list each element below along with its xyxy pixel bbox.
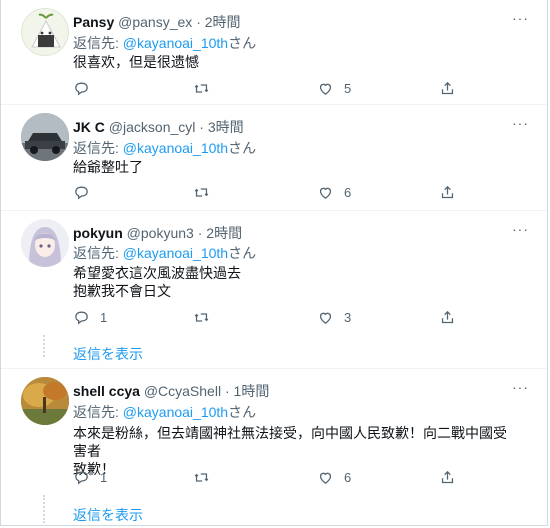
separator-dot: · [224,383,230,399]
share-button[interactable] [439,181,456,203]
share-icon [441,81,454,94]
autumn-tree-avatar[interactable] [21,377,69,425]
like-icon [319,312,332,324]
tweet-text-line: 希望愛衣這次風波盡快過去 [73,265,241,281]
tweet-text: 很喜欢，但是很遗憾 [73,53,517,71]
action-bar: 6 [73,181,517,203]
reply-button[interactable] [73,181,100,203]
timestamp[interactable]: 1時間 [234,383,270,399]
reply-icon [75,186,88,199]
reply-to-suffix: さん [228,404,257,420]
reply-to-mention[interactable]: @kayanoai_10th [123,404,228,420]
reply-tweet-2[interactable]: JK C @jackson_cyl · 3時間 ··· 返信先: @kayano… [1,105,547,209]
more-icon[interactable]: ··· [512,221,529,237]
show-replies-link[interactable]: 返信を表示 [73,344,143,364]
separator-dot: · [197,225,203,241]
retweet-button[interactable] [193,466,220,488]
display-name[interactable]: JK C [73,119,105,135]
onigiri-avatar[interactable] [21,8,69,56]
reply-to-mention[interactable]: @kayanoai_10th [123,140,228,156]
share-button[interactable] [439,466,456,488]
share-button[interactable] [439,306,456,328]
reply-button[interactable] [73,77,100,99]
separator-dot: · [199,119,204,135]
thread-connector [43,335,48,357]
timestamp[interactable]: 2時間 [206,225,242,241]
more-icon[interactable]: ··· [512,10,529,26]
reply-tweet-3[interactable]: pokyun @pokyun3 · 2時間 ··· 返信先: @kayanoai… [1,211,547,366]
like-button[interactable]: 6 [317,466,351,488]
like-count: 3 [344,309,352,325]
show-replies-link[interactable]: 返信を表示 [73,505,143,525]
tweet-text: 希望愛衣這次風波盡快過去 抱歉我不會日文 [73,264,517,300]
share-icon [441,185,454,198]
reply-count: 1 [100,469,108,485]
user-handle[interactable]: @pokyun3 [127,225,194,241]
action-bar: 1 3 [73,306,517,328]
reply-to-mention[interactable]: @kayanoai_10th [123,245,228,261]
reply-icon [75,471,88,484]
like-icon [319,83,332,95]
reply-to-line: 返信先: @kayanoai_10thさん [73,402,256,422]
display-name[interactable]: Pansy [73,14,114,30]
retweet-icon [194,312,209,322]
like-icon [319,472,332,484]
retweet-button[interactable] [193,77,220,99]
timestamp[interactable]: 2時間 [205,14,241,30]
reply-to-line: 返信先: @kayanoai_10thさん [73,33,256,53]
share-icon [441,470,454,483]
retweet-icon [194,472,209,482]
like-count: 6 [344,184,352,200]
reply-to-label: 返信先: [73,404,119,420]
tweet-text-line: 本來是粉絲，但去靖國神社無法接受，向中國人民致歉！向二戰中國受害者 [73,425,507,459]
display-name[interactable]: pokyun [73,225,123,241]
reply-to-suffix: さん [228,35,257,51]
tweet-text-line: 很喜欢，但是很遗憾 [73,54,199,70]
like-count: 6 [344,469,352,485]
display-name[interactable]: shell ccya [73,383,140,399]
reply-icon [75,311,88,324]
reply-tweet-4[interactable]: shell ccya @CcyaShell · 1時間 ··· 返信先: @ka… [1,369,547,527]
anime-girl-avatar[interactable] [21,219,69,267]
retweet-button[interactable] [193,181,220,203]
like-count: 5 [344,80,352,96]
more-icon[interactable]: ··· [512,115,529,131]
reply-to-line: 返信先: @kayanoai_10thさん [73,243,256,263]
reply-to-label: 返信先: [73,35,119,51]
reply-count: 1 [100,309,108,325]
user-handle[interactable]: @jackson_cyl [109,119,196,135]
retweet-icon [194,187,209,197]
tweet-text-line: 給爺整吐了 [73,159,143,175]
share-button[interactable] [439,77,456,99]
reply-to-label: 返信先: [73,140,119,156]
reply-button[interactable]: 1 [73,466,107,488]
action-bar: 5 [73,77,517,99]
tweet-text-line: 抱歉我不會日文 [73,283,171,299]
reply-to-line: 返信先: @kayanoai_10thさん [73,138,256,158]
retweet-icon [194,83,209,93]
reply-icon [75,82,88,95]
like-button[interactable]: 5 [317,77,351,99]
reply-tweet-1[interactable]: Pansy @pansy_ex · 2時間 ··· 返信先: @kayanoai… [1,0,547,104]
share-icon [441,310,454,323]
car-avatar[interactable] [21,113,69,161]
reply-to-mention[interactable]: @kayanoai_10th [123,35,228,51]
timestamp[interactable]: 3時間 [208,119,244,135]
user-handle[interactable]: @pansy_ex [118,14,192,30]
like-icon [319,187,332,199]
like-button[interactable]: 3 [317,306,351,328]
user-handle[interactable]: @CcyaShell [144,383,221,399]
more-icon[interactable]: ··· [512,379,529,395]
separator-dot: · [196,14,201,30]
reply-button[interactable]: 1 [73,306,107,328]
reply-to-label: 返信先: [73,245,119,261]
reply-thread: Pansy @pansy_ex · 2時間 ··· 返信先: @kayanoai… [0,0,548,526]
thread-connector [43,495,48,523]
action-bar: 1 6 [73,466,517,488]
reply-to-suffix: さん [228,140,257,156]
retweet-button[interactable] [193,306,220,328]
like-button[interactable]: 6 [317,181,351,203]
reply-to-suffix: さん [228,245,257,261]
tweet-text: 給爺整吐了 [73,158,517,176]
